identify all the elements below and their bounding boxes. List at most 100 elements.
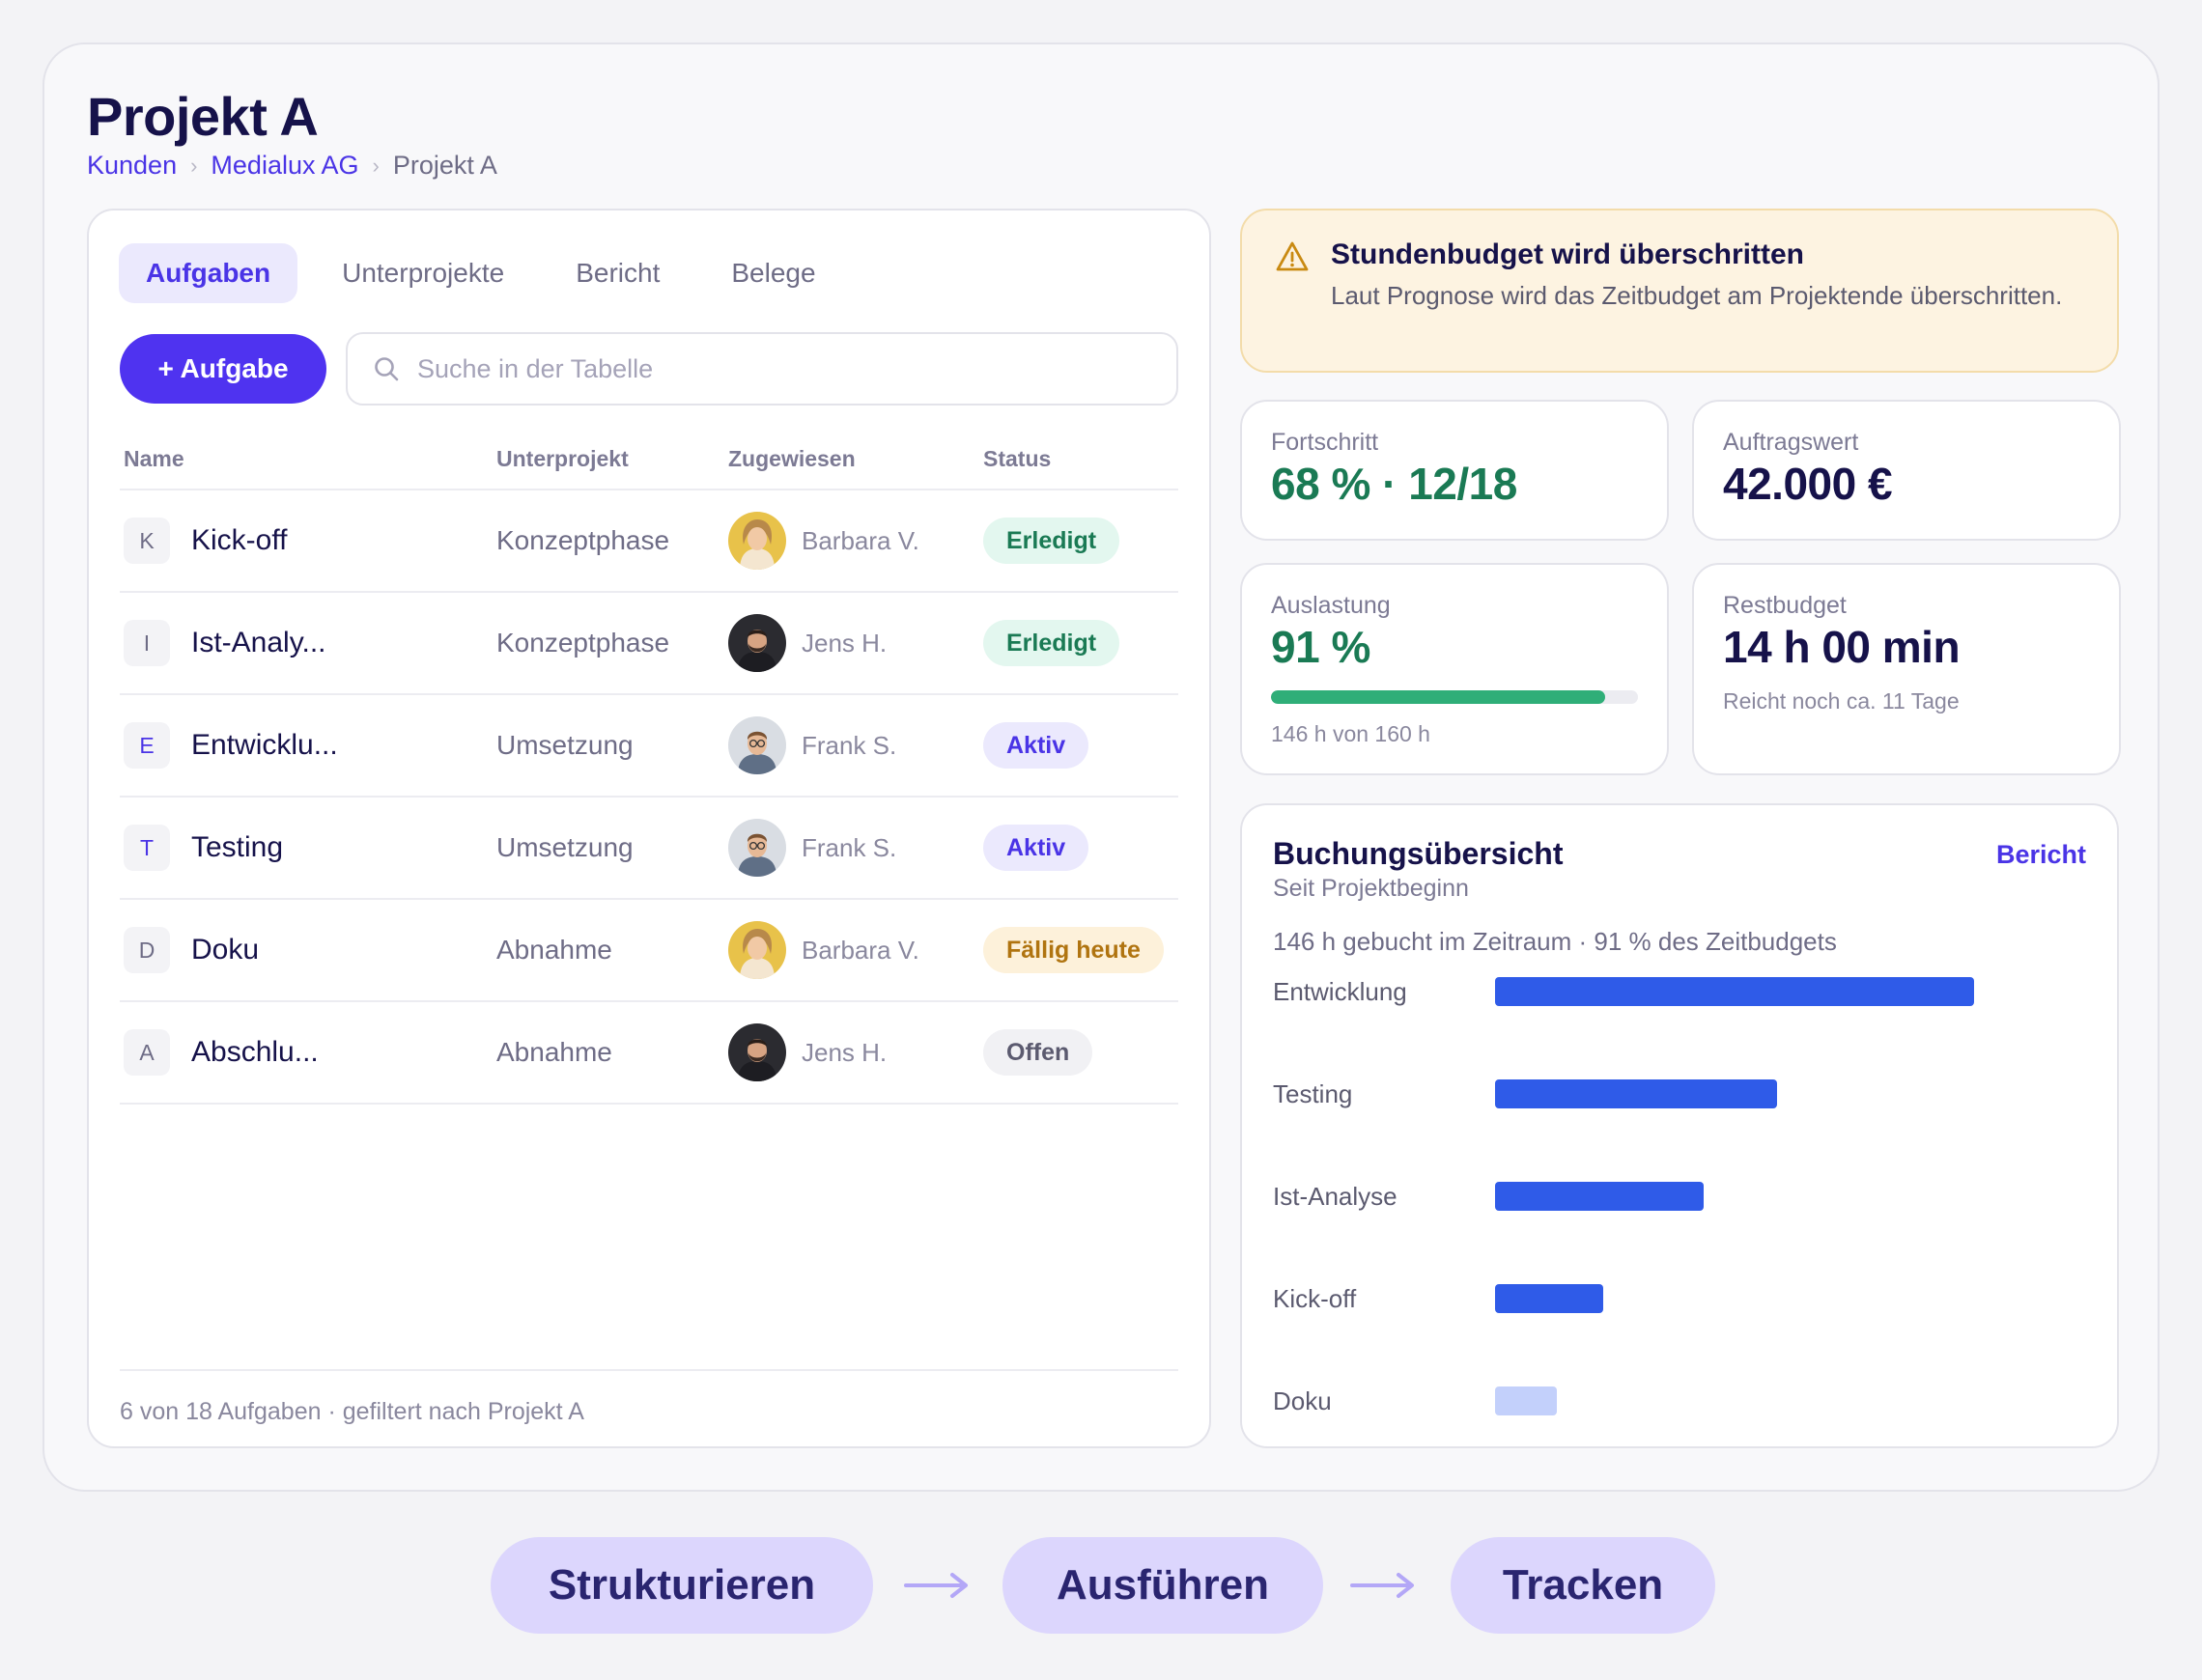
tab-bar: Aufgaben Unterprojekte Bericht Belege: [119, 243, 843, 303]
kpi-remaining-note: Reicht noch ca. 11 Tage: [1723, 688, 1960, 714]
kpi-utilization-note: 146 h von 160 h: [1271, 721, 1430, 746]
jens-avatar: [728, 1023, 786, 1081]
bar-label: Ist-Analyse: [1273, 1182, 1397, 1211]
bar-label: Entwicklung: [1273, 977, 1407, 1006]
cell-task-name: D Doku: [120, 927, 496, 973]
table-footer: 6 von 18 Aufgaben · gefiltert nach Proje…: [120, 1398, 584, 1425]
tasks-table: Name Unterprojekt Zugewiesen Status K Kic…: [120, 429, 1178, 1105]
breadcrumb-current: Projekt A: [392, 151, 497, 180]
booking-overview-card: Buchungsübersicht Bericht Seit Projektbe…: [1240, 803, 2119, 1448]
column-header-status[interactable]: Status: [983, 446, 1178, 472]
breadcrumb-customers[interactable]: Kunden: [87, 151, 177, 181]
cell-task-name: I Ist-Analy...: [120, 620, 496, 666]
bar-doku[interactable]: [1495, 1386, 1557, 1415]
table-row[interactable]: I Ist-Analy... Konzeptphase Jens H. Erledigt: [120, 593, 1178, 695]
utilization-progress-fill: [1271, 690, 1605, 704]
cell-assignee: Barbara V.: [728, 512, 983, 570]
cell-subproject: Abnahme: [496, 1037, 612, 1067]
search-icon: [375, 357, 399, 381]
status-badge[interactable]: Aktiv: [983, 722, 1089, 769]
bar-ist-analyse[interactable]: [1495, 1182, 1704, 1211]
frank-avatar: [728, 716, 786, 774]
task-initial: I: [124, 620, 170, 666]
status-badge[interactable]: Offen: [983, 1029, 1093, 1076]
task-initial: T: [124, 825, 170, 871]
assignee-name: Frank S.: [802, 832, 897, 862]
breadcrumb-separator: ›: [372, 153, 380, 178]
kpi-progress-value: 68 % · 12/18: [1271, 459, 1517, 509]
alert-title: Stundenbudget wird überschritten: [1331, 238, 1805, 270]
budget-alert: Stundenbudget wird überschritten Laut Pr…: [1240, 209, 2119, 373]
utilization-progress-bar: [1271, 690, 1638, 704]
cell-status: Offen: [983, 1029, 1178, 1076]
tab-subprojects[interactable]: Unterprojekte: [315, 243, 531, 303]
kpi-utilization-label: Auslastung: [1271, 592, 1391, 619]
step-execute: Ausführen: [1002, 1537, 1323, 1634]
table-row[interactable]: A Abschlu... Abnahme Jens H. Offen: [120, 1002, 1178, 1105]
breadcrumb-separator: ›: [190, 153, 198, 178]
cell-task-name: E Entwicklu...: [120, 722, 496, 769]
cell-status: Erledigt: [983, 620, 1178, 666]
cell-assignee: Frank S.: [728, 716, 983, 774]
search-input[interactable]: Suche in der Tabelle: [346, 332, 1178, 406]
barbara-avatar: [728, 921, 786, 979]
cell-status: Aktiv: [983, 825, 1178, 871]
column-header-name[interactable]: Name: [120, 446, 496, 472]
table-header: Name Unterprojekt Zugewiesen Status: [120, 429, 1178, 490]
bar-entwicklung[interactable]: [1495, 977, 1974, 1006]
task-name[interactable]: Abschlu...: [191, 1036, 319, 1069]
status-badge[interactable]: Erledigt: [983, 620, 1120, 666]
kpi-order-value-value: 42.000 €: [1723, 459, 1893, 509]
tab-receipts[interactable]: Belege: [704, 243, 842, 303]
alert-text: Laut Prognose wird das Zeitbudget am Pro…: [1331, 281, 2063, 310]
column-header-subproject[interactable]: Unterprojekt: [496, 446, 728, 472]
task-name[interactable]: Kick-off: [191, 524, 287, 557]
task-name[interactable]: Entwicklu...: [191, 729, 338, 762]
workflow-steps: Strukturieren Ausführen Tracken: [0, 1537, 2202, 1634]
bar-testing[interactable]: [1495, 1079, 1777, 1108]
kpi-order-value: Auftragswert 42.000 €: [1692, 400, 2121, 541]
search-placeholder: Suche in der Tabelle: [417, 353, 654, 383]
cell-subproject: Umsetzung: [496, 730, 634, 760]
warning-icon: [1276, 241, 1309, 271]
breadcrumb: Kunden › Medialux AG › Projekt A: [87, 151, 497, 181]
barbara-avatar: [728, 512, 786, 570]
kpi-progress-label: Fortschritt: [1271, 429, 1379, 456]
cell-subproject: Konzeptphase: [496, 525, 670, 555]
cell-status: Erledigt: [983, 518, 1178, 564]
cell-status: Fällig heute: [983, 927, 1178, 973]
table-row[interactable]: K Kick-off Konzeptphase Barbara V. Erledigt: [120, 490, 1178, 593]
booking-bar-chart: Entwicklung Testing Ist-Analyse Kick-off Dok…: [1273, 977, 1974, 1415]
table-row[interactable]: D Doku Abnahme Barbara V. Fällig heute: [120, 900, 1178, 1002]
arrow-right-icon: [1350, 1573, 1414, 1598]
status-badge[interactable]: Aktiv: [983, 825, 1089, 871]
bar-kick-off[interactable]: [1495, 1284, 1603, 1313]
add-task-button[interactable]: + Aufgabe: [120, 334, 326, 404]
table-body: K Kick-off Konzeptphase Barbara V. Erledigt I…: [120, 490, 1178, 1105]
cell-subproject: Abnahme: [496, 935, 612, 965]
status-badge[interactable]: Fällig heute: [983, 927, 1164, 973]
task-initial: D: [124, 927, 170, 973]
table-row[interactable]: T Testing Umsetzung Frank S. Aktiv: [120, 798, 1178, 900]
status-badge[interactable]: Erledigt: [983, 518, 1120, 564]
tab-report[interactable]: Bericht: [549, 243, 687, 303]
task-name[interactable]: Testing: [191, 831, 283, 864]
cell-status: Aktiv: [983, 722, 1178, 769]
assignee-name: Frank S.: [802, 730, 897, 760]
breadcrumb-client[interactable]: Medialux AG: [211, 151, 358, 181]
table-row[interactable]: E Entwicklu... Umsetzung Frank S. Aktiv: [120, 695, 1178, 798]
task-name[interactable]: Ist-Analy...: [191, 627, 325, 659]
cell-task-name: T Testing: [120, 825, 496, 871]
column-header-assignee[interactable]: Zugewiesen: [728, 446, 983, 472]
step-structure: Strukturieren: [491, 1537, 873, 1634]
kpi-utilization-value: 91 %: [1271, 622, 1370, 672]
task-initial: A: [124, 1029, 170, 1076]
tab-tasks[interactable]: Aufgaben: [119, 243, 298, 303]
cell-assignee: Barbara V.: [728, 921, 983, 979]
page-title: Projekt A: [87, 86, 319, 147]
task-initial: E: [124, 722, 170, 769]
task-name[interactable]: Doku: [191, 934, 259, 966]
frank-avatar: [728, 819, 786, 877]
assignee-name: Jens H.: [802, 628, 888, 658]
kpi-remaining-label: Restbudget: [1723, 592, 1847, 619]
